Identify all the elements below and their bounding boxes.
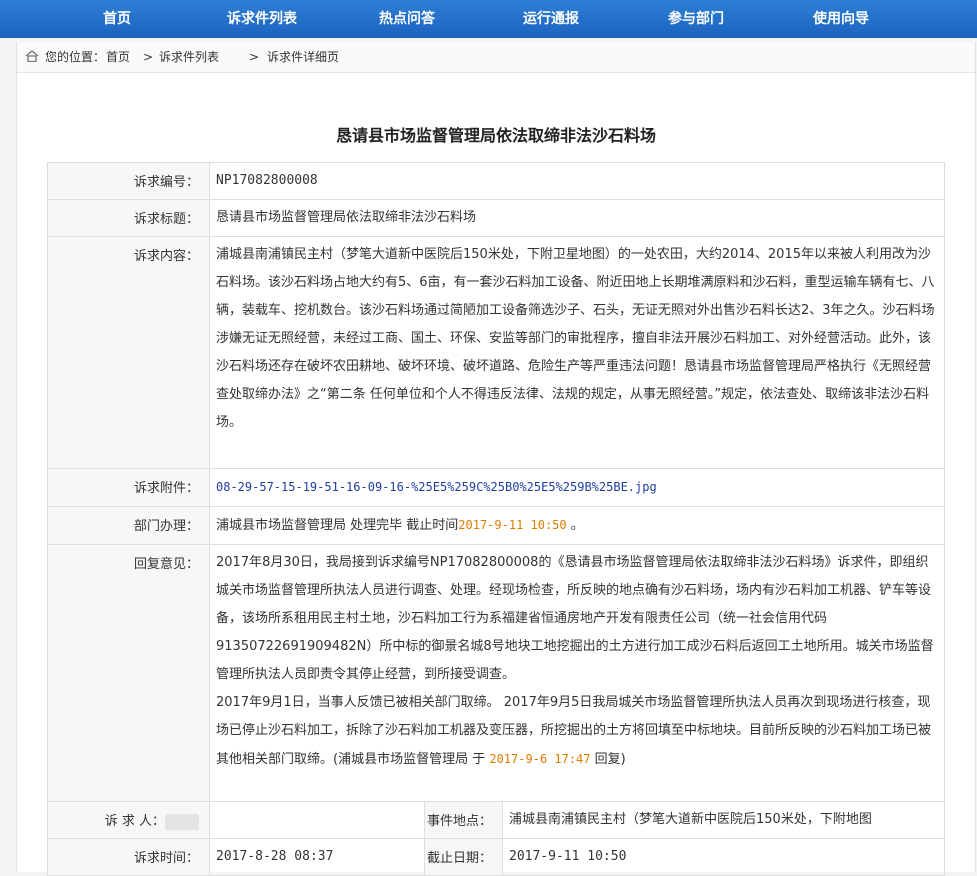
dept-end: 。 [566, 518, 584, 533]
id-value: NP17082800008 [209, 162, 945, 200]
deadline-value: 2017-9-11 10:50 [502, 838, 945, 876]
dept-label: 部门办理： [47, 506, 210, 545]
home-icon [25, 50, 39, 62]
reply-paragraph-1: 2017年8月30日，我局接到诉求编号NP17082800008的《恳请县市场监… [216, 555, 934, 682]
table-row: 回复意见： 2017年8月30日，我局接到诉求编号NP17082800008的《… [47, 544, 945, 802]
breadcrumb-separator: > [249, 50, 260, 64]
reply-cell: 2017年8月30日，我局接到诉求编号NP17082800008的《恳请县市场监… [209, 544, 945, 802]
deadline-label: 截止日期： [424, 838, 503, 876]
table-row: 诉求标题： 恳请县市场监督管理局依法取缔非法沙石料场 [47, 199, 945, 237]
breadcrumb-prefix: 您的位置： [45, 50, 106, 64]
content-frame: 您的位置： 首页 > 诉求件列表 > 诉求件详细页 恳请县市场监督管理局依法取缔… [16, 42, 976, 876]
breadcrumb-separator: > [143, 50, 154, 64]
table-row: 部门办理： 浦城县市场监督管理局 处理完毕 截止时间2017-9-11 10:5… [47, 506, 945, 545]
location-value: 浦城县南浦镇民主村（梦笔大道新中医院后150米处，下附地图 [502, 801, 945, 839]
request-detail-table: 诉求编号： NP17082800008 诉求标题： 恳请县市场监督管理局依法取缔… [47, 162, 945, 876]
breadcrumb: 您的位置： 首页 > 诉求件列表 > 诉求件详细页 [17, 42, 975, 73]
person-label: 诉 求 人： [47, 801, 210, 839]
table-row: 诉求内容： 浦城县南浦镇民主村（梦笔大道新中医院后150米处，下附卫星地图）的一… [47, 236, 945, 469]
dept-deadline: 2017-9-11 10:50 [458, 518, 567, 532]
nav-hot-qa[interactable]: 热点问答 [347, 0, 467, 38]
nav-request-list[interactable]: 诉求件列表 [202, 0, 322, 38]
table-row: 诉 求 人： 事件地点： 浦城县南浦镇民主村（梦笔大道新中医院后150米处，下附… [47, 801, 945, 839]
dept-cell: 浦城县市场监督管理局 处理完毕 截止时间2017-9-11 10:50 。 [209, 506, 945, 545]
location-label: 事件地点： [424, 801, 503, 839]
reply-end: 回复) [590, 752, 626, 767]
dept-status: 浦城县市场监督管理局 处理完毕 截止时间 [216, 518, 459, 533]
redacted-name [165, 813, 199, 830]
person-label-text: 诉 求 人： [104, 814, 165, 829]
reply-paragraph-2: 2017年9月1日，当事人反馈已被相关部门取缔。 2017年9月5日我局城关市场… [216, 689, 938, 774]
time-value: 2017-8-28 08:37 [209, 838, 425, 876]
reply-date: 2017-9-6 17:47 [489, 752, 591, 766]
person-value [209, 801, 425, 839]
nav-operation-report[interactable]: 运行通报 [491, 0, 611, 38]
page-title: 恳请县市场监督管理局依法取缔非法沙石料场 [335, 126, 656, 145]
breadcrumb-list-link[interactable]: 诉求件列表 [159, 42, 219, 72]
table-row: 诉求编号： NP17082800008 [47, 162, 945, 200]
nav-departments[interactable]: 参与部门 [636, 0, 756, 38]
nav-home[interactable]: 首页 [57, 0, 177, 38]
id-label: 诉求编号： [47, 162, 210, 200]
nav-user-guide[interactable]: 使用向导 [781, 0, 901, 38]
attachment-cell: 08-29-57-15-19-51-16-09-16-%25E5%259C%25… [209, 468, 945, 507]
title-value: 恳请县市场监督管理局依法取缔非法沙石料场 [209, 199, 945, 237]
title-label: 诉求标题： [47, 199, 210, 237]
top-nav: 首页 诉求件列表 热点问答 运行通报 参与部门 使用向导 [0, 0, 977, 38]
table-row: 诉求时间： 2017-8-28 08:37 截止日期： 2017-9-11 10… [47, 838, 945, 876]
content-label: 诉求内容： [47, 236, 210, 469]
table-row: 诉求附件： 08-29-57-15-19-51-16-09-16-%25E5%2… [47, 468, 945, 507]
attachment-label: 诉求附件： [47, 468, 210, 507]
attachment-link[interactable]: 08-29-57-15-19-51-16-09-16-%25E5%259C%25… [216, 480, 657, 494]
content-value: 浦城县南浦镇民主村（梦笔大道新中医院后150米处，下附卫星地图）的一处农田，大约… [209, 236, 945, 469]
breadcrumb-current: 诉求件详细页 [267, 50, 340, 64]
time-label: 诉求时间： [47, 838, 210, 876]
breadcrumb-home-link[interactable]: 首页 [106, 42, 130, 72]
reply-label: 回复意见： [47, 544, 210, 802]
